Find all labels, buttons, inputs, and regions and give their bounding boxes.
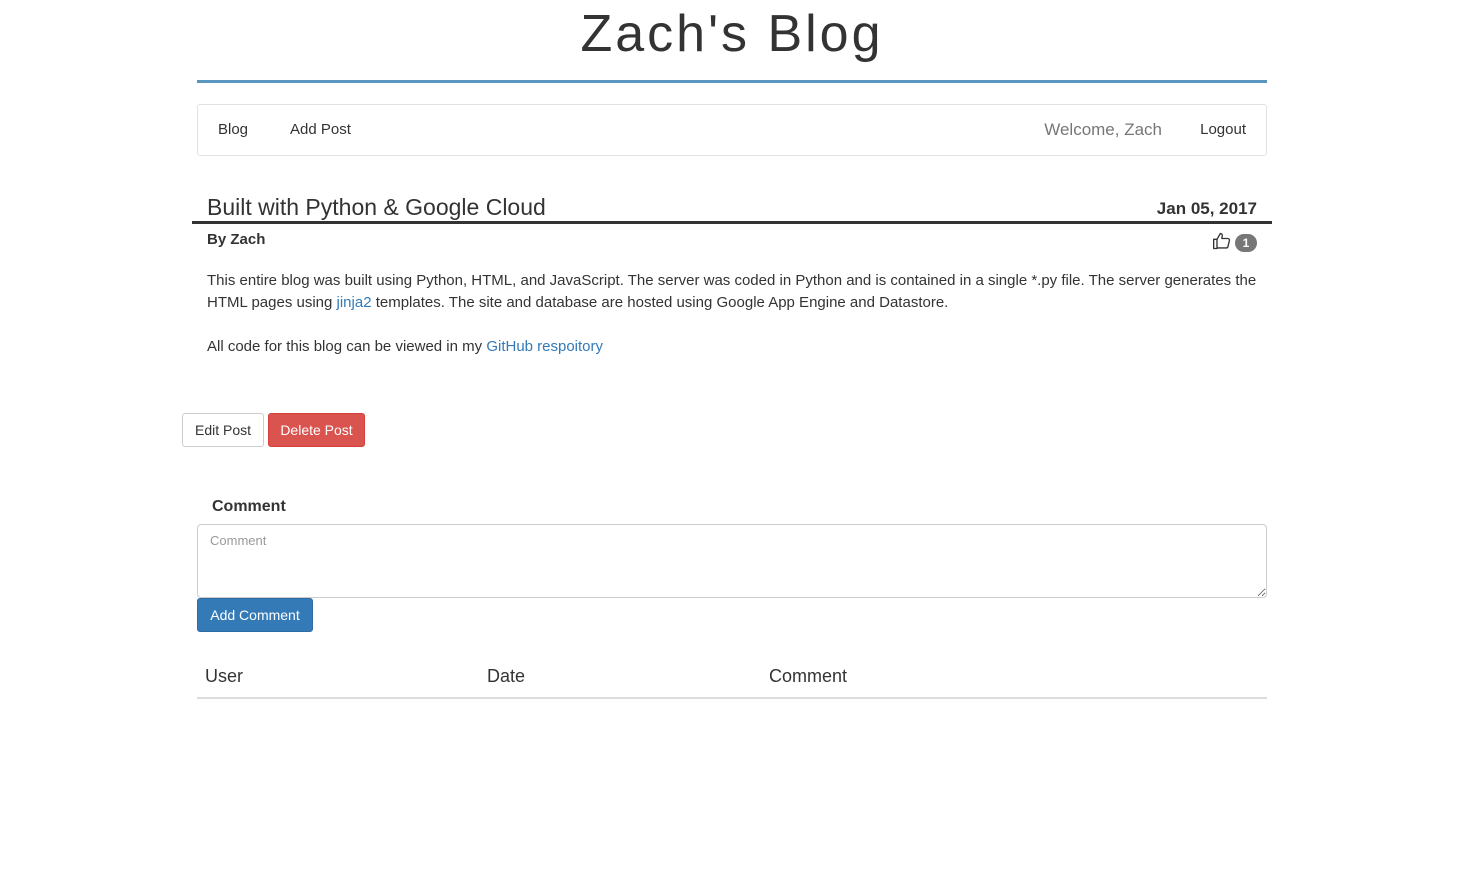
comments-table: User Date Comment — [197, 660, 1267, 699]
column-header-date: Date — [479, 660, 761, 699]
post-title: Built with Python & Google Cloud — [207, 194, 546, 220]
column-header-comment: Comment — [761, 660, 1267, 699]
comment-textarea[interactable] — [197, 524, 1267, 598]
comment-label: Comment — [212, 498, 286, 515]
nav-add-post-link[interactable]: Add Post — [290, 105, 351, 155]
site-title: Zach's Blog — [580, 5, 884, 63]
post-paragraph: All code for this blog can be viewed in … — [207, 336, 1257, 358]
welcome-text: Welcome, Zach — [1044, 120, 1162, 139]
post-author: By Zach — [207, 231, 266, 248]
jinja2-link[interactable]: jinja2 — [337, 294, 372, 311]
like-widget: 1 — [1212, 229, 1257, 253]
nav-logout-link[interactable]: Logout — [1200, 105, 1246, 155]
nav-blog-link[interactable]: Blog — [218, 105, 248, 155]
post-body: This entire blog was built using Python,… — [207, 270, 1257, 380]
edit-post-button[interactable]: Edit Post — [182, 413, 264, 447]
post-text: All code for this blog can be viewed in … — [207, 338, 487, 355]
comments-table-header-row: User Date Comment — [197, 660, 1267, 699]
like-count-badge: 1 — [1235, 234, 1257, 252]
post-paragraph: This entire blog was built using Python,… — [207, 270, 1257, 314]
navbar: Blog Add Post Welcome, Zach Logout — [197, 104, 1267, 156]
column-header-user: User — [197, 660, 479, 699]
post-date: Jan 05, 2017 — [1156, 199, 1257, 218]
post-title-divider — [192, 221, 1272, 224]
github-repository-link[interactable]: GitHub respoitory — [486, 338, 603, 355]
delete-post-button[interactable]: Delete Post — [268, 413, 365, 447]
thumbs-up-icon[interactable] — [1212, 231, 1232, 251]
title-divider — [197, 80, 1267, 83]
post-text: templates. The site and database are hos… — [371, 294, 949, 311]
add-comment-button[interactable]: Add Comment — [197, 598, 313, 632]
